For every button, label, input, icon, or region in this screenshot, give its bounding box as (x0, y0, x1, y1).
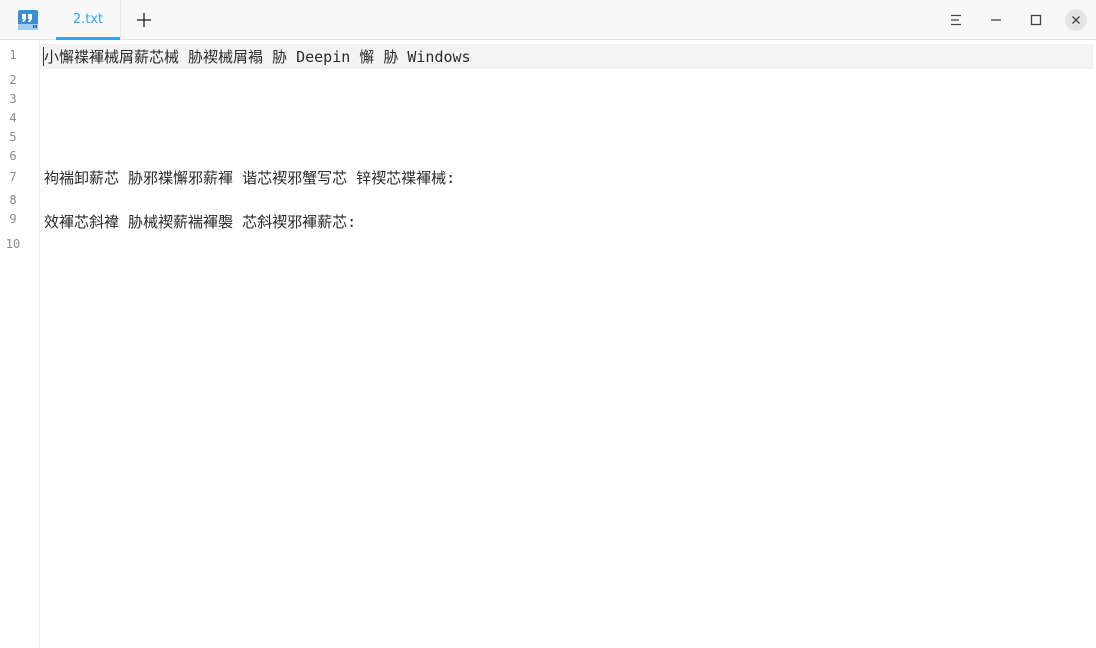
plus-icon[interactable] (134, 10, 154, 30)
tab-2-txt[interactable]: 2.txt (56, 0, 120, 40)
line-text[interactable]: 小懈褋褌械屑薪芯械 胁褉械屑褟 胁 Deepin 懈 胁 Windows (44, 46, 471, 68)
text-editor-window: 2.txt 1 小懈褋褌械屑薪芯械 胁褉械屑褟 胁 Deepin 懈 胁 Win (0, 0, 1096, 648)
line-number: 6 (9, 149, 17, 163)
line-number: 1 (9, 48, 17, 62)
text-editor-icon[interactable] (18, 10, 38, 30)
line-number: 10 (5, 237, 21, 251)
text-cursor (43, 47, 44, 66)
close-icon[interactable] (1065, 9, 1087, 31)
minimize-icon[interactable] (985, 9, 1007, 31)
line-number: 9 (9, 212, 17, 226)
maximize-icon[interactable] (1025, 9, 1047, 31)
tab-label: 2.txt (72, 12, 104, 27)
editor-line[interactable]: 9 效褌芯斜褘 胁械褉薪褍褌褜 芯斜褉邪褌薪芯: (0, 208, 1096, 233)
editor-line[interactable]: 7 袧褍卸薪芯 胁邪褋懈邪薪褌 谐芯褉邪蟹写芯 锌褉芯褋褌械: (0, 166, 1096, 188)
editor-line[interactable]: 10 (0, 233, 1096, 255)
menu-icon[interactable] (945, 9, 967, 31)
editor-line[interactable]: 6 (0, 145, 1096, 167)
title-bar: 2.txt (0, 0, 1096, 40)
line-text[interactable]: 袧褍卸薪芯 胁邪褋懈邪薪褌 谐芯褉邪蟹写芯 锌褉芯褋褌械: (44, 167, 455, 189)
line-number: 7 (9, 170, 17, 184)
text-editor-area[interactable]: 1 小懈褋褌械屑薪芯械 胁褉械屑褟 胁 Deepin 懈 胁 Windows 2… (0, 40, 1096, 648)
editor-line[interactable]: 1 小懈褋褌械屑薪芯械 胁褉械屑褟 胁 Deepin 懈 胁 Windows (0, 44, 1096, 66)
line-text[interactable]: 效褌芯斜褘 胁械褉薪褍褌褜 芯斜褉邪褌薪芯: (44, 211, 356, 233)
tab-divider (120, 0, 121, 40)
